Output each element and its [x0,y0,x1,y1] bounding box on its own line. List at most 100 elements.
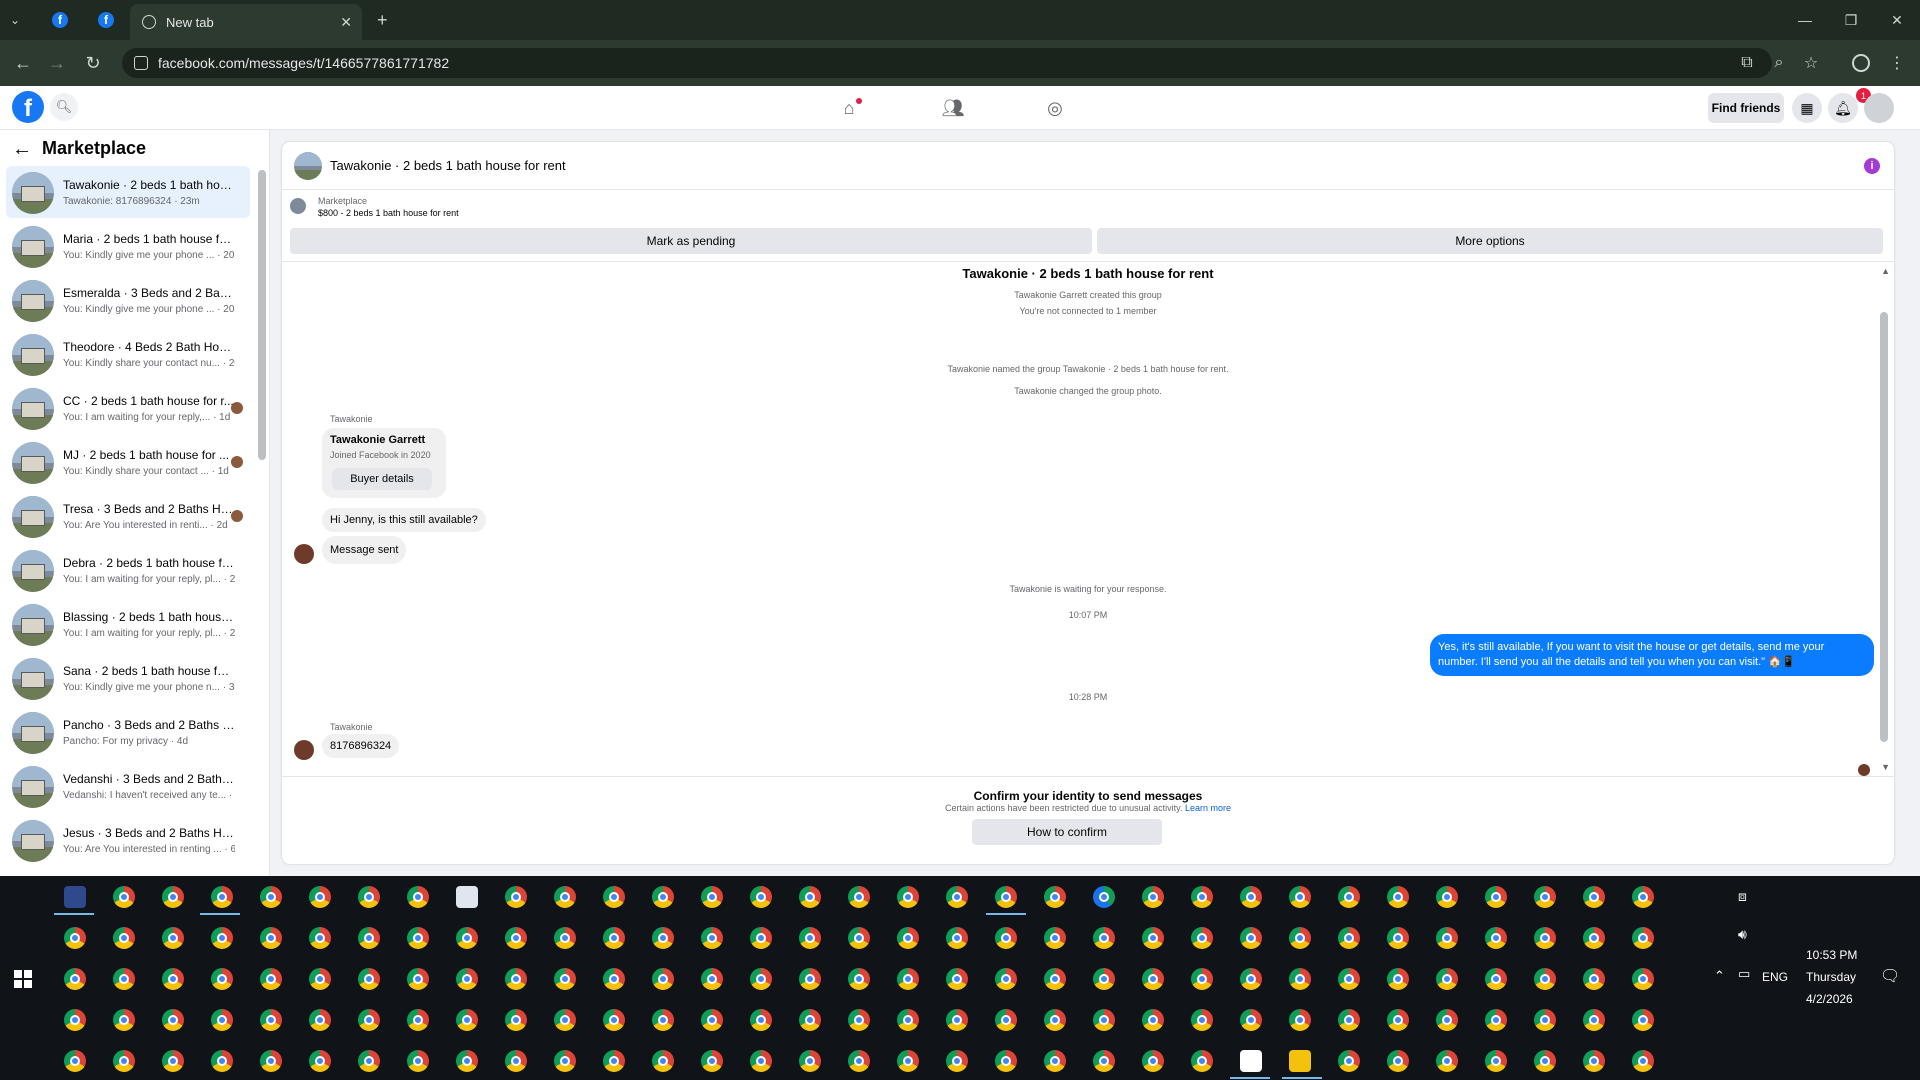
scrollbar[interactable] [258,170,266,460]
chrome-icon[interactable] [1436,1009,1458,1031]
chrome-icon[interactable] [946,927,968,949]
scroll-up-icon[interactable]: ▲ [1881,266,1890,276]
chrome-icon[interactable] [1338,968,1360,990]
more-options-button[interactable]: More options [1097,228,1883,254]
message-bubble[interactable]: Hi Jenny, is this still available? [322,508,486,532]
chrome-icon[interactable] [309,886,331,908]
reload-icon[interactable]: ↻ [80,50,106,76]
listing-thumbnail[interactable] [290,198,306,214]
conversation-item[interactable]: Tawakonie · 2 beds 1 bath hous... Tawakon… [6,166,250,218]
chrome-icon[interactable] [260,968,282,990]
chrome-icon[interactable] [1485,1009,1507,1031]
chrome-icon[interactable] [407,1009,429,1031]
chrome-icon[interactable] [1044,1009,1066,1031]
chrome-icon[interactable] [162,1009,184,1031]
friends-icon[interactable]: 👥︎ [938,94,968,122]
chrome-icon[interactable] [652,927,674,949]
chrome-icon[interactable] [1142,927,1164,949]
chrome-icon[interactable] [554,927,576,949]
chrome-icon[interactable] [1289,968,1311,990]
menu-grid-icon[interactable]: ▦ [1792,93,1822,123]
profile-icon[interactable] [1848,50,1874,76]
chrome-icon[interactable] [799,927,821,949]
message-bubble[interactable]: Message sent [322,536,407,564]
chrome-icon[interactable] [995,968,1017,990]
address-bar[interactable]: facebook.com/messages/t/1466577861771782 [122,48,1772,78]
chrome-icon[interactable] [799,1050,821,1072]
chrome-icon[interactable] [1387,927,1409,949]
chrome-icon[interactable] [1387,1009,1409,1031]
chrome-icon[interactable] [113,968,135,990]
chrome-icon[interactable] [1632,927,1654,949]
zoom-icon[interactable]: ⌕ [1766,50,1792,76]
groups-icon[interactable]: ◎ [1040,94,1070,122]
chrome-icon[interactable] [603,1009,625,1031]
chrome-icon[interactable] [407,886,429,908]
chrome-icon[interactable] [505,886,527,908]
chrome-icon[interactable] [1289,1009,1311,1031]
windows-start-icon[interactable] [14,970,32,988]
chrome-icon[interactable] [1583,886,1605,908]
chrome-icon[interactable] [309,1050,331,1072]
chrome-icon[interactable] [1191,927,1213,949]
chrome-icon[interactable] [1044,1050,1066,1072]
chrome-icon[interactable] [1142,968,1164,990]
chrome-icon[interactable] [750,1050,772,1072]
chrome-icon[interactable] [113,1009,135,1031]
mark-as-pending-button[interactable]: Mark as pending [290,228,1092,254]
chrome-icon[interactable] [64,927,86,949]
chrome-icon[interactable] [848,1050,870,1072]
chrome-icon[interactable] [1093,927,1115,949]
chrome-icon[interactable] [1485,927,1507,949]
taskbar-app-icon[interactable] [64,886,86,908]
chrome-icon[interactable] [750,886,772,908]
chrome-icon[interactable] [1289,927,1311,949]
volume-icon[interactable]: 🔊︎ [1738,926,1747,943]
how-to-confirm-button[interactable]: How to confirm [972,819,1162,845]
minimize-icon[interactable]: — [1782,0,1828,40]
chat-scrollbar[interactable] [1880,312,1888,742]
chrome-icon[interactable] [995,886,1017,908]
chrome-icon[interactable] [1436,968,1458,990]
window-close-icon[interactable]: ✕ [1874,0,1920,40]
chrome-icon[interactable] [407,968,429,990]
account-avatar-icon[interactable] [1864,93,1894,123]
chrome-icon[interactable] [162,927,184,949]
chrome-icon[interactable] [1191,1050,1213,1072]
chrome-icon[interactable] [1485,968,1507,990]
chrome-icon[interactable] [260,1009,282,1031]
chrome-icon[interactable] [701,968,723,990]
clock-time[interactable]: 10:53 PM [1806,948,1857,962]
chrome-icon[interactable] [652,1009,674,1031]
chrome-icon[interactable] [701,886,723,908]
chrome-icon[interactable] [799,886,821,908]
show-hidden-icons-icon[interactable]: ⌃ [1714,968,1725,984]
chrome-icon[interactable] [554,1009,576,1031]
conversation-item[interactable]: Esmeralda · 3 Beds and 2 Baths ... You: K… [6,274,250,326]
chrome-icon[interactable] [1093,1050,1115,1072]
chrome-icon[interactable] [554,968,576,990]
chrome-icon[interactable] [995,1050,1017,1072]
chrome-icon[interactable] [701,1009,723,1031]
back-arrow-icon[interactable]: ← [10,50,36,76]
chrome-icon[interactable] [456,968,478,990]
chrome-icon[interactable] [1240,886,1262,908]
language-indicator[interactable]: ENG [1762,970,1788,984]
chrome-icon[interactable] [309,1009,331,1031]
chrome-icon[interactable] [995,927,1017,949]
chrome-icon[interactable] [701,1050,723,1072]
action-center-icon[interactable]: 🗨︎ [1880,966,1900,986]
chrome-icon[interactable] [848,927,870,949]
clock-day[interactable]: Thursday [1806,970,1856,984]
chrome-icon[interactable] [946,968,968,990]
chrome-icon[interactable] [897,1009,919,1031]
chrome-icon[interactable] [1485,886,1507,908]
group-avatar[interactable] [294,152,322,180]
chrome-icon[interactable] [1240,927,1262,949]
conversation-item[interactable]: Vedanshi · 3 Beds and 2 Baths ... Vedansh… [6,760,250,812]
chrome-icon[interactable] [652,968,674,990]
chrome-icon[interactable] [1191,886,1213,908]
taskbar-app-icon[interactable] [1289,1050,1311,1072]
conversation-item[interactable]: Jesus · 3 Beds and 2 Baths Hous... You: A… [6,814,250,866]
chrome-icon[interactable] [456,927,478,949]
